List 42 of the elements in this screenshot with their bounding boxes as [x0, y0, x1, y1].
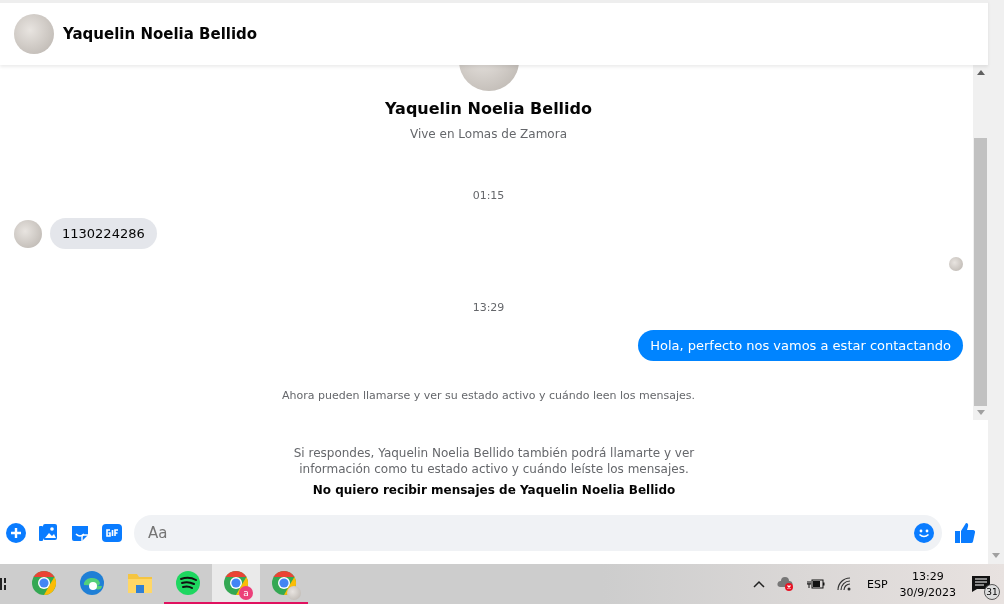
- message-bubble: Hola, perfecto nos vamos a estar contactando: [638, 330, 963, 361]
- chrome-icon: [223, 570, 249, 596]
- clock-date[interactable]: 30/9/2023: [899, 585, 956, 599]
- wifi-icon[interactable]: [837, 577, 853, 591]
- profile-avatar: [287, 586, 301, 600]
- message-bubble: 1130224286: [50, 218, 157, 249]
- thumbs-up-icon[interactable]: [954, 522, 976, 544]
- contact-name: Yaquelin Noelia Bellido: [63, 25, 258, 43]
- taskbar-app[interactable]: a: [212, 564, 260, 604]
- message-input[interactable]: Aa: [146, 523, 914, 543]
- cloud-error-icon[interactable]: [777, 576, 795, 592]
- profile-badge: a: [239, 586, 253, 600]
- scrollbar[interactable]: [973, 65, 988, 420]
- battery-icon[interactable]: [807, 578, 825, 590]
- plus-icon[interactable]: [6, 523, 26, 543]
- request-info-text: Si respondes, Yaquelin Noelia Bellido también podrá llamarte y ver información como tu estado activo y cuándo leíste los mensajes.: [292, 445, 696, 477]
- caret-up-icon[interactable]: [753, 580, 765, 588]
- message-field[interactable]: Aa: [134, 515, 942, 551]
- edge-icon: [79, 570, 105, 596]
- decline-messages-link[interactable]: No quiero recibir mensajes de Yaquelin Noelia Bellido: [312, 483, 676, 497]
- profile-name: Yaquelin Noelia Bellido: [384, 99, 593, 118]
- language-indicator[interactable]: ESP: [867, 577, 888, 591]
- notification-count: 31: [984, 584, 1000, 600]
- clock-time[interactable]: 13:29: [911, 569, 944, 583]
- folder-icon: [127, 571, 153, 595]
- scroll-down-icon[interactable]: [992, 553, 1000, 558]
- spotify-icon: [175, 570, 201, 596]
- scroll-down-icon[interactable]: [976, 410, 985, 415]
- task-view-icon[interactable]: [0, 576, 8, 592]
- avatar: [14, 14, 54, 54]
- image-icon[interactable]: [38, 523, 58, 543]
- gif-icon[interactable]: [102, 523, 122, 543]
- sender-avatar: [14, 219, 42, 248]
- profile-location: Vive en Lomas de Zamora: [410, 127, 567, 141]
- sticker-icon[interactable]: [70, 523, 90, 543]
- timestamp: 01:15: [471, 189, 506, 202]
- read-receipt-avatar: [949, 257, 963, 271]
- info-notice: Ahora pueden llamarse y ver su estado activo y cuándo leen los mensajes.: [281, 389, 696, 402]
- timestamp: 13:29: [471, 301, 506, 314]
- scroll-up-icon[interactable]: [976, 70, 985, 75]
- chrome-icon: [31, 570, 57, 596]
- emoji-icon[interactable]: [914, 523, 934, 543]
